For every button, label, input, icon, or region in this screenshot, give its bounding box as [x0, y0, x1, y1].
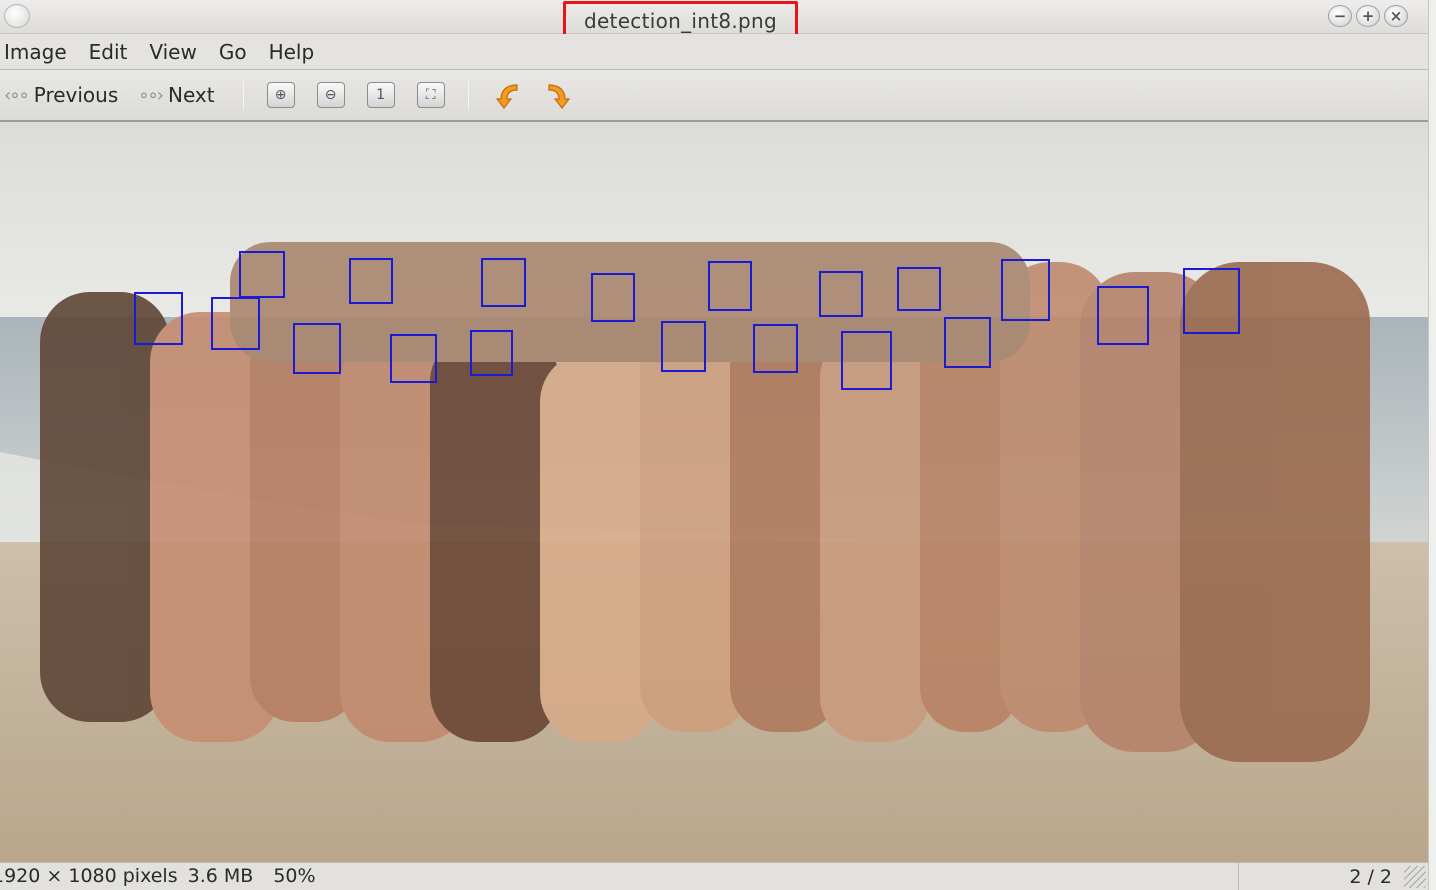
- person-silhouette: [1180, 262, 1370, 762]
- menu-edit[interactable]: Edit: [89, 40, 128, 64]
- next-arrow-icon: ∘∘›: [138, 84, 164, 106]
- toolbar-separator: [467, 80, 469, 110]
- image-dimensions: 1920 × 1080 pixels: [0, 865, 178, 887]
- crowd: [40, 242, 1370, 762]
- previous-button[interactable]: ‹∘∘ Previous: [4, 83, 118, 107]
- maximize-icon[interactable]: +: [1356, 5, 1380, 27]
- rotate-left-icon[interactable]: [491, 79, 523, 111]
- window-title: detection_int8.png: [583, 9, 778, 33]
- minimize-icon[interactable]: −: [1328, 5, 1352, 27]
- menu-bar: Image Edit View Go Help: [0, 34, 1428, 70]
- best-fit-icon[interactable]: ⛶: [416, 82, 445, 108]
- image-position: 2 / 2: [1349, 866, 1392, 888]
- menu-image[interactable]: Image: [4, 40, 67, 64]
- menu-help[interactable]: Help: [269, 40, 315, 64]
- toolbar: ‹∘∘ Previous ∘∘› Next ⊕ ⊖ 1 ⛶: [0, 70, 1428, 122]
- image-info: 1920 × 1080 pixels 3.6 MB 50%: [0, 865, 326, 887]
- menu-view[interactable]: View: [149, 40, 196, 64]
- image-position-panel: 2 / 2: [1238, 863, 1428, 890]
- close-icon[interactable]: ×: [1384, 5, 1408, 27]
- window-controls: − + ×: [1328, 5, 1408, 27]
- normal-size-icon[interactable]: 1: [366, 82, 395, 108]
- zoom-in-icon[interactable]: ⊕: [266, 82, 295, 108]
- file-size: 3.6 MB: [187, 865, 254, 887]
- rotate-right-icon[interactable]: [543, 79, 575, 111]
- previous-label: Previous: [33, 83, 119, 107]
- image-viewport[interactable]: [0, 122, 1428, 862]
- title-bar: detection_int8.png − + ×: [0, 0, 1428, 41]
- window-menu-icon[interactable]: [4, 4, 30, 28]
- previous-arrow-icon: ‹∘∘: [4, 84, 30, 106]
- photo-canvas: [0, 122, 1428, 862]
- person-silhouette: [820, 332, 930, 742]
- zoom-out-icon[interactable]: ⊖: [316, 82, 345, 108]
- next-label: Next: [168, 83, 215, 107]
- menu-go[interactable]: Go: [219, 40, 247, 64]
- window-edge: [1428, 0, 1436, 890]
- toolbar-separator: [242, 80, 244, 110]
- zoom-level: 50%: [273, 865, 316, 887]
- resize-grip-icon[interactable]: [1404, 866, 1426, 888]
- next-button[interactable]: ∘∘› Next: [138, 83, 214, 107]
- status-bar: 1920 × 1080 pixels 3.6 MB 50% 2 / 2: [0, 862, 1428, 890]
